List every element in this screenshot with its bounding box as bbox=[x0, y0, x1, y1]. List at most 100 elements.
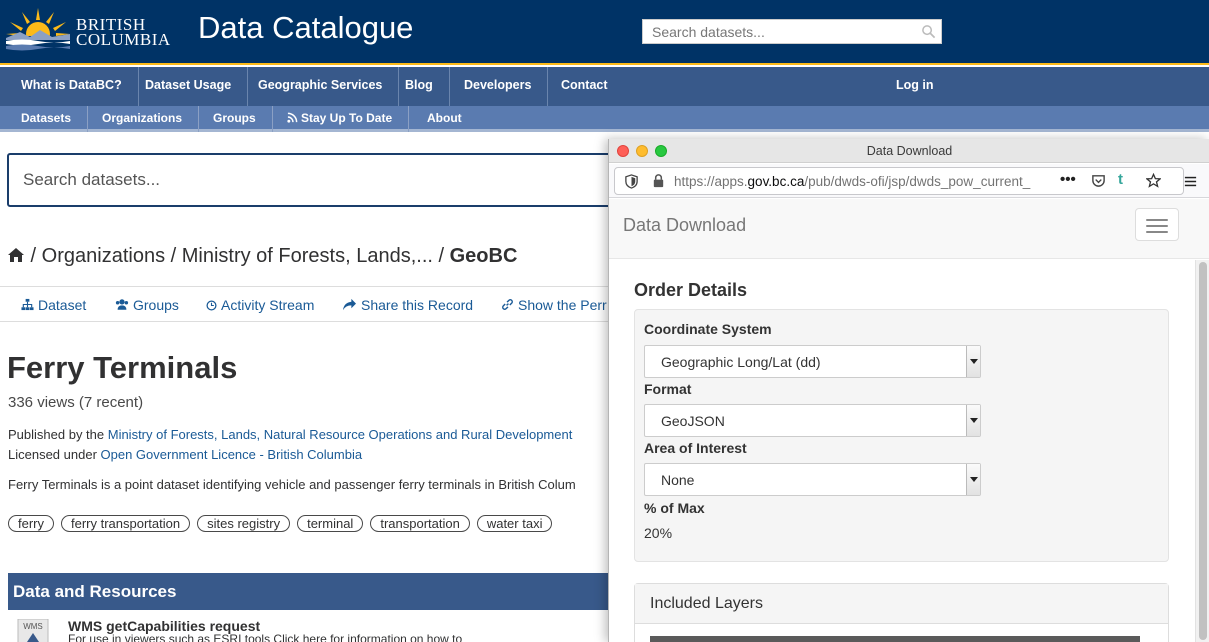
format-select[interactable]: GeoJSON bbox=[644, 404, 981, 437]
bc-sun-icon bbox=[6, 8, 70, 52]
format-label: Format bbox=[644, 381, 692, 397]
tag-ferry-transportation[interactable]: ferry transportation bbox=[61, 515, 191, 532]
layer-table-header bbox=[650, 636, 1140, 642]
login-link[interactable]: Log in bbox=[896, 67, 934, 104]
url-domain: gov.bc.ca bbox=[747, 174, 805, 189]
download-navbar: Data Download bbox=[609, 199, 1209, 259]
clock-icon bbox=[206, 300, 217, 311]
hamburger-bar bbox=[1146, 231, 1168, 233]
tab-show-permalink-label: Show the Perr bbox=[518, 297, 607, 313]
dataset-description: Ferry Terminals is a point dataset ident… bbox=[8, 477, 576, 492]
primary-nav: What is DataBC? Dataset Usage Geographic… bbox=[0, 67, 1209, 106]
chevron-down-icon[interactable] bbox=[966, 464, 980, 495]
tab-activity-stream[interactable]: Activity Stream bbox=[206, 297, 314, 313]
included-layers-heading: Included Layers bbox=[650, 595, 763, 612]
chevron-down-icon[interactable] bbox=[966, 405, 980, 436]
search-icon[interactable] bbox=[921, 24, 936, 39]
area-of-interest-select[interactable]: None bbox=[644, 463, 981, 496]
window-titlebar[interactable]: Data Download bbox=[609, 139, 1209, 163]
header-search-box bbox=[642, 19, 942, 44]
tag-transportation[interactable]: transportation bbox=[370, 515, 470, 532]
tab-dataset[interactable]: Dataset bbox=[21, 297, 86, 313]
order-details-heading: Order Details bbox=[634, 280, 748, 300]
home-icon[interactable] bbox=[7, 247, 25, 263]
users-icon bbox=[115, 299, 129, 310]
data-resources-heading: Data and Resources bbox=[8, 573, 623, 610]
wms-icon-label: WMS bbox=[23, 622, 43, 631]
license-link[interactable]: Open Government Licence - British Columb… bbox=[101, 447, 363, 462]
area-of-interest-label: Area of Interest bbox=[644, 440, 747, 456]
tag-water-taxi[interactable]: water taxi bbox=[476, 515, 553, 532]
scrollbar-thumb[interactable] bbox=[1199, 262, 1207, 640]
header-search-input[interactable] bbox=[643, 20, 913, 43]
popup-scrollbar[interactable] bbox=[1195, 260, 1209, 642]
download-brand[interactable]: Data Download bbox=[623, 215, 746, 236]
view-count: 336 views (7 recent) bbox=[8, 394, 144, 411]
dataset-search-input[interactable] bbox=[9, 155, 609, 205]
tumblr-icon[interactable]: t bbox=[1118, 171, 1123, 188]
coordinate-system-select[interactable]: Geographic Long/Lat (dd) bbox=[644, 345, 981, 378]
address-bar[interactable]: https://apps.gov.bc.ca/pub/dwds-ofi/jsp/… bbox=[614, 167, 1184, 195]
dataset-tabs: Dataset Groups Activity Stream Share thi… bbox=[0, 286, 620, 322]
published-prefix: Published by the bbox=[8, 427, 108, 442]
tag-ferry[interactable]: ferry bbox=[8, 515, 54, 532]
tab-share-record[interactable]: Share this Record bbox=[342, 297, 473, 313]
link-icon bbox=[502, 299, 513, 310]
lock-icon[interactable] bbox=[651, 173, 666, 188]
nav-groups[interactable]: Groups bbox=[197, 106, 273, 132]
nav-developers[interactable]: Developers bbox=[448, 67, 549, 106]
breadcrumb-path[interactable]: / Organizations / Ministry of Forests, L… bbox=[25, 245, 450, 267]
tag-sites-registry[interactable]: sites registry bbox=[197, 515, 291, 532]
nav-stay-up-to-date-label: Stay Up To Date bbox=[301, 111, 393, 125]
tab-show-permalink[interactable]: Show the Perr bbox=[501, 297, 607, 313]
data-download-window: Data Download https://apps.gov.bc.ca/pub… bbox=[608, 139, 1209, 642]
nav-blog[interactable]: Blog bbox=[389, 67, 450, 106]
percent-of-max-label: % of Max bbox=[644, 500, 705, 516]
site-title[interactable]: Data Catalogue bbox=[198, 10, 413, 46]
nav-geographic-services[interactable]: Geographic Services bbox=[242, 67, 400, 106]
nav-what-is-databc[interactable]: What is DataBC? bbox=[5, 67, 139, 106]
licensed-prefix: Licensed under bbox=[8, 447, 101, 462]
coordinate-system-value: Geographic Long/Lat (dd) bbox=[661, 354, 821, 370]
breadcrumb: / Organizations / Ministry of Forests, L… bbox=[7, 245, 517, 268]
coordinate-system-label: Coordinate System bbox=[644, 321, 772, 337]
shield-icon[interactable] bbox=[624, 174, 639, 189]
publisher-link[interactable]: Ministry of Forests, Lands, Natural Reso… bbox=[108, 427, 573, 442]
hamburger-bar bbox=[1146, 219, 1168, 221]
included-layers-header: Included Layers bbox=[635, 584, 1168, 624]
tab-share-record-label: Share this Record bbox=[361, 297, 474, 313]
secondary-nav: Datasets Organizations Groups Stay Up To… bbox=[0, 106, 1209, 132]
dataset-search-box bbox=[7, 153, 647, 207]
nav-dataset-usage[interactable]: Dataset Usage bbox=[129, 67, 249, 106]
nav-organizations[interactable]: Organizations bbox=[86, 106, 200, 132]
url-text[interactable]: https://apps.gov.bc.ca/pub/dwds-ofi/jsp/… bbox=[674, 174, 1059, 189]
url-path: /pub/dwds-ofi/jsp/dwds_pow_current_ bbox=[804, 174, 1031, 189]
tag-terminal[interactable]: terminal bbox=[297, 515, 364, 532]
published-by: Published by the Ministry of Forests, La… bbox=[8, 427, 572, 442]
browser-toolbar: https://apps.gov.bc.ca/pub/dwds-ofi/jsp/… bbox=[609, 164, 1209, 198]
page-actions-icon[interactable]: ••• bbox=[1060, 171, 1076, 188]
chevron-down-icon[interactable] bbox=[966, 346, 980, 377]
nav-datasets[interactable]: Datasets bbox=[5, 106, 89, 132]
rss-icon bbox=[287, 112, 298, 123]
pocket-icon[interactable] bbox=[1091, 173, 1106, 188]
share-icon bbox=[343, 298, 356, 311]
bookmark-star-icon[interactable] bbox=[1146, 173, 1161, 188]
nav-about[interactable]: About bbox=[411, 106, 478, 132]
bc-logo[interactable]: BRITISH COLUMBIA bbox=[6, 8, 170, 58]
breadcrumb-current[interactable]: GeoBC bbox=[450, 245, 518, 267]
nav-stay-up-to-date[interactable]: Stay Up To Date bbox=[271, 106, 410, 132]
nav-contact[interactable]: Contact bbox=[545, 67, 624, 106]
logo-wordmark: BRITISH COLUMBIA bbox=[76, 16, 171, 49]
hamburger-bar bbox=[1146, 225, 1168, 227]
browser-menu-icon[interactable] bbox=[1183, 174, 1198, 189]
navbar-toggle-button[interactable] bbox=[1135, 208, 1179, 241]
window-title: Data Download bbox=[866, 144, 953, 158]
included-layers-panel: Included Layers bbox=[634, 583, 1169, 642]
dataset-title: Ferry Terminals bbox=[7, 350, 238, 385]
logo-line2: COLUMBIA bbox=[76, 30, 171, 49]
resource-description: For use in viewers such as ESRI tools Cl… bbox=[68, 632, 463, 642]
tab-groups[interactable]: Groups bbox=[115, 297, 179, 313]
format-value: GeoJSON bbox=[661, 413, 725, 429]
site-header: BRITISH COLUMBIA Data Catalogue bbox=[0, 0, 1209, 65]
